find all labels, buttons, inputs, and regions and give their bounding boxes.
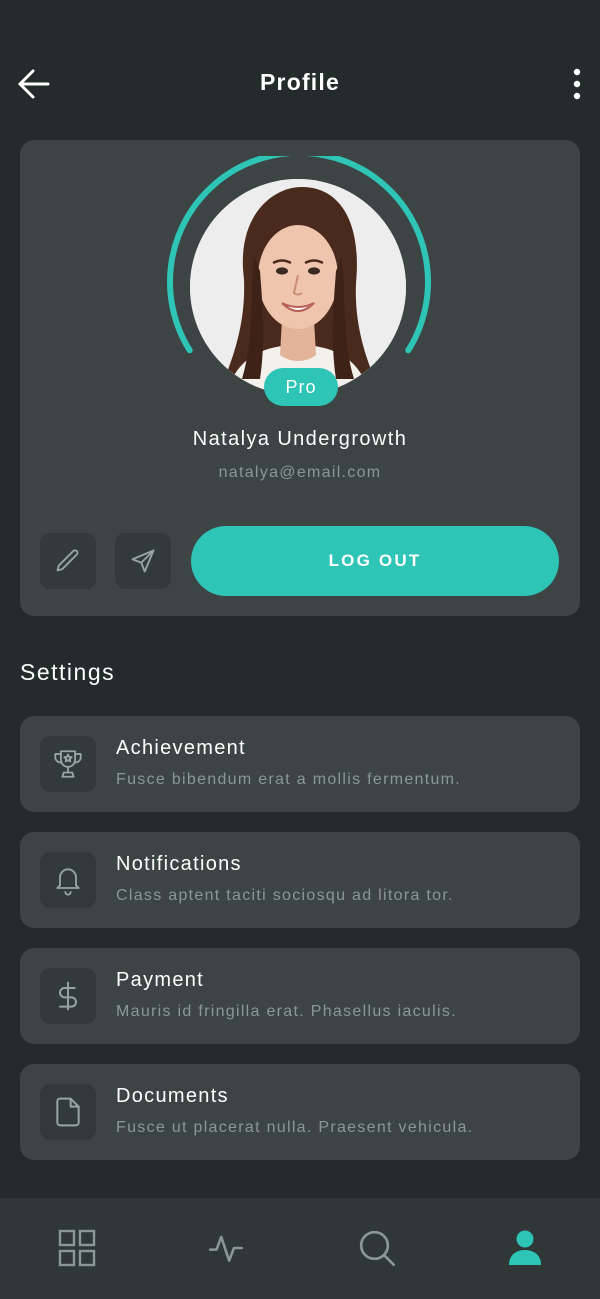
setting-description: Fusce bibendum erat a mollis fermentum. (116, 771, 462, 788)
document-icon (56, 1097, 80, 1127)
logout-button[interactable]: LOG OUT (191, 526, 559, 596)
pencil-icon (56, 549, 79, 572)
user-icon (509, 1230, 541, 1265)
settings-item-achievement[interactable]: Achievement Fusce bibendum erat a mollis… (20, 716, 580, 812)
user-name: Natalya Undergrowth (192, 428, 408, 450)
nav-item-search[interactable] (347, 1222, 407, 1274)
avatar (190, 179, 406, 395)
dollar-icon (59, 981, 77, 1011)
pro-badge: Pro (264, 368, 338, 406)
trophy-icon (54, 750, 82, 778)
avatar-photo (190, 179, 406, 395)
setting-description: Mauris id fringilla erat. Phasellus iacu… (116, 1003, 457, 1020)
send-icon (131, 549, 155, 573)
setting-description: Fusce ut placerat nulla. Praesent vehicu… (116, 1119, 474, 1136)
edit-profile-button[interactable] (40, 533, 96, 589)
nav-item-dashboard[interactable] (47, 1222, 107, 1274)
top-bar: Profile (0, 52, 600, 114)
setting-title: Documents (116, 1085, 229, 1107)
setting-title: Notifications (116, 853, 242, 875)
setting-icon-tile (40, 852, 96, 908)
setting-icon-tile (40, 968, 96, 1024)
setting-icon-tile (40, 1084, 96, 1140)
grid-icon (58, 1229, 96, 1267)
page-title: Profile (260, 69, 340, 95)
user-email: natalya@email.com (218, 464, 382, 481)
settings-item-payment[interactable]: Payment Mauris id fringilla erat. Phasel… (20, 948, 580, 1044)
settings-item-notifications[interactable]: Notifications Class aptent taciti socios… (20, 832, 580, 928)
settings-item-documents[interactable]: Documents Fusce ut placerat nulla. Praes… (20, 1064, 580, 1160)
nav-item-activity[interactable] (196, 1222, 256, 1274)
more-options-button[interactable] (566, 66, 588, 102)
setting-description: Class aptent taciti sociosqu ad litora t… (116, 887, 454, 904)
search-icon (359, 1230, 395, 1266)
share-profile-button[interactable] (115, 533, 171, 589)
avatar-container (167, 156, 431, 396)
setting-title: Achievement (116, 737, 246, 759)
setting-title: Payment (116, 969, 205, 991)
more-vertical-icon (573, 68, 581, 100)
settings-heading: Settings (20, 659, 116, 685)
profile-card: Pro Natalya Undergrowth natalya@email.co… (20, 140, 580, 616)
setting-icon-tile (40, 736, 96, 792)
activity-icon (208, 1235, 244, 1262)
bottom-navigation (0, 1198, 600, 1299)
bell-icon (56, 868, 80, 896)
nav-item-profile[interactable] (495, 1222, 555, 1274)
